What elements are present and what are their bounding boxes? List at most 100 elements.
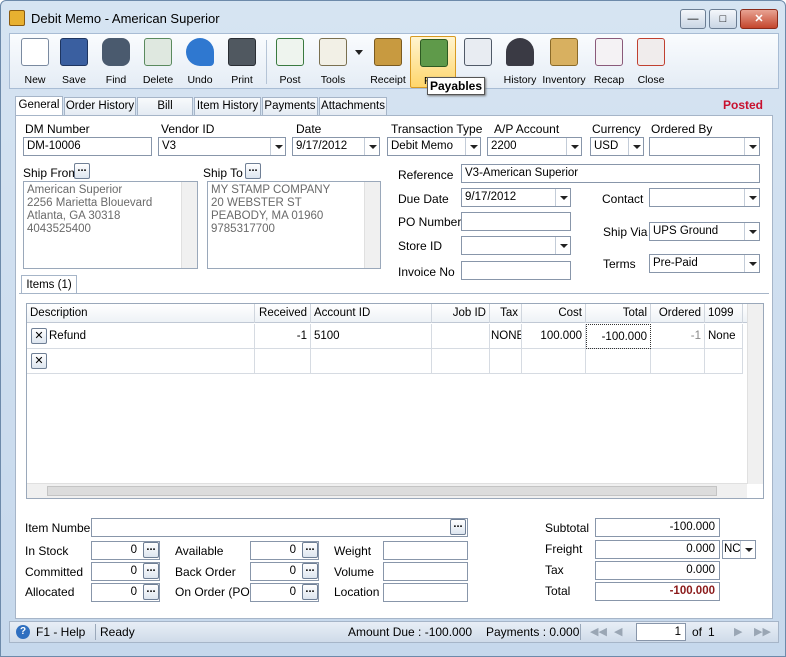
- 1099-cell[interactable]: None: [705, 324, 743, 349]
- store-id-select[interactable]: [461, 236, 571, 255]
- tab-attachments[interactable]: Attachments: [319, 97, 387, 115]
- volume-field[interactable]: [383, 562, 468, 581]
- due-date-picker[interactable]: 9/17/2012: [461, 188, 571, 207]
- chevron-down-icon[interactable]: [270, 138, 285, 155]
- chevron-down-icon[interactable]: [555, 237, 570, 254]
- chevron-down-icon[interactable]: [744, 255, 759, 272]
- chevron-down-icon[interactable]: [465, 138, 480, 155]
- history-button[interactable]: History: [499, 36, 541, 88]
- help-icon[interactable]: ?: [16, 625, 30, 639]
- transaction-type-select[interactable]: Debit Memo: [387, 137, 481, 156]
- tab-payments[interactable]: Payments: [262, 97, 318, 115]
- horizontal-scrollbar[interactable]: [27, 483, 747, 498]
- page-number-input[interactable]: 1: [636, 623, 686, 641]
- total-cell[interactable]: [586, 349, 651, 374]
- previous-page-icon[interactable]: ◀: [614, 625, 628, 639]
- ordered-cell[interactable]: [651, 349, 705, 374]
- maximize-button[interactable]: □: [709, 9, 737, 29]
- chevron-down-icon[interactable]: [744, 223, 759, 240]
- 1099-cell[interactable]: [705, 349, 743, 374]
- tab-items[interactable]: Items (1): [21, 275, 77, 294]
- invoice-no-field[interactable]: [461, 261, 571, 280]
- column-header[interactable]: Cost: [522, 304, 586, 323]
- help-link[interactable]: F1 - Help: [36, 625, 85, 639]
- ship-from-address[interactable]: American Superior 2256 Marietta Blouevar…: [23, 181, 198, 269]
- scrollbar[interactable]: [364, 182, 380, 268]
- chevron-down-icon[interactable]: [555, 189, 570, 206]
- ship-to-address[interactable]: MY STAMP COMPANY 20 WEBSTER ST PEABODY, …: [207, 181, 381, 269]
- close-window-button[interactable]: ✕: [740, 9, 778, 29]
- received-cell[interactable]: [255, 349, 311, 374]
- committed-lookup-button[interactable]: ...: [143, 563, 159, 579]
- in-stock-lookup-button[interactable]: ...: [143, 542, 159, 558]
- date-picker[interactable]: 9/17/2012: [292, 137, 380, 156]
- scrollbar-thumb[interactable]: [47, 486, 717, 496]
- ap-account-select[interactable]: 2200: [487, 137, 582, 156]
- minimize-button[interactable]: —: [680, 9, 706, 29]
- chevron-down-icon[interactable]: [628, 138, 643, 155]
- freight-code-select[interactable]: NC: [722, 540, 756, 559]
- tax-cell[interactable]: [490, 349, 522, 374]
- receipt-button[interactable]: Receipt: [367, 36, 409, 88]
- column-header[interactable]: Received: [255, 304, 311, 323]
- tab-item-history[interactable]: Item History: [194, 97, 261, 115]
- tax-cell[interactable]: NONE: [490, 324, 522, 349]
- dm-number-field[interactable]: DM-10006: [23, 137, 152, 156]
- tab-bill-history[interactable]: Bill History: [137, 97, 193, 129]
- total-cell[interactable]: -100.000: [586, 324, 651, 349]
- account-id-cell[interactable]: 5100: [311, 324, 432, 349]
- column-header[interactable]: Ordered: [651, 304, 705, 323]
- vendor-id-select[interactable]: V3: [158, 137, 286, 156]
- ship-from-lookup-button[interactable]: ...: [74, 163, 90, 179]
- contact-select[interactable]: [649, 188, 760, 207]
- chevron-down-icon[interactable]: [744, 138, 759, 155]
- job-id-cell[interactable]: [432, 349, 490, 374]
- table-row[interactable]: ✕: [27, 349, 743, 374]
- location-field[interactable]: [383, 583, 468, 602]
- tab-general[interactable]: General: [15, 96, 63, 115]
- description-cell[interactable]: Refund: [27, 324, 255, 349]
- column-header[interactable]: 1099: [705, 304, 743, 323]
- column-header[interactable]: Job ID: [432, 304, 490, 323]
- chevron-down-icon[interactable]: [744, 189, 759, 206]
- scrollbar[interactable]: [181, 182, 197, 268]
- column-header[interactable]: Description: [27, 304, 255, 323]
- description-cell[interactable]: [27, 349, 255, 374]
- cost-cell[interactable]: [522, 349, 586, 374]
- received-cell[interactable]: -1: [255, 324, 311, 349]
- ordered-cell[interactable]: -1: [651, 324, 705, 349]
- allocated-lookup-button[interactable]: ...: [143, 584, 159, 600]
- delete-row-button[interactable]: ✕: [31, 353, 47, 369]
- column-header[interactable]: Total: [586, 304, 651, 323]
- terms-select[interactable]: Pre-Paid: [649, 254, 760, 273]
- account-id-cell[interactable]: [311, 349, 432, 374]
- job-id-cell[interactable]: [432, 324, 490, 349]
- column-header[interactable]: Tax: [490, 304, 522, 323]
- last-page-icon[interactable]: ▶▶: [754, 625, 771, 639]
- chevron-down-icon[interactable]: [740, 541, 755, 558]
- freight-field[interactable]: 0.000: [595, 540, 720, 559]
- back-order-lookup-button[interactable]: ...: [302, 563, 318, 579]
- cost-cell[interactable]: 100.000: [522, 324, 586, 349]
- first-page-icon[interactable]: ◀◀: [590, 625, 607, 639]
- delete-row-button[interactable]: ✕: [31, 328, 47, 344]
- ship-to-lookup-button[interactable]: ...: [245, 163, 261, 179]
- tools-button[interactable]: Tools: [312, 36, 354, 88]
- tab-order-history[interactable]: Order History: [64, 97, 136, 115]
- reference-field[interactable]: V3-American Superior: [461, 164, 760, 183]
- close-button[interactable]: Close: [630, 36, 672, 88]
- ship-via-select[interactable]: UPS Ground: [649, 222, 760, 241]
- post-button[interactable]: Post: [269, 36, 311, 88]
- on-order-lookup-button[interactable]: ...: [302, 584, 318, 600]
- inventory-button[interactable]: Inventory: [542, 36, 586, 88]
- print-button[interactable]: Print: [221, 36, 263, 88]
- tools-dropdown-arrow[interactable]: [355, 50, 363, 55]
- currency-select[interactable]: USD: [590, 137, 644, 156]
- column-header[interactable]: Account ID: [311, 304, 432, 323]
- available-lookup-button[interactable]: ...: [302, 542, 318, 558]
- item-number-field[interactable]: [91, 518, 468, 537]
- po-number-field[interactable]: [461, 212, 571, 231]
- scrollbar[interactable]: [747, 304, 763, 484]
- chevron-down-icon[interactable]: [364, 138, 379, 155]
- chevron-down-icon[interactable]: [566, 138, 581, 155]
